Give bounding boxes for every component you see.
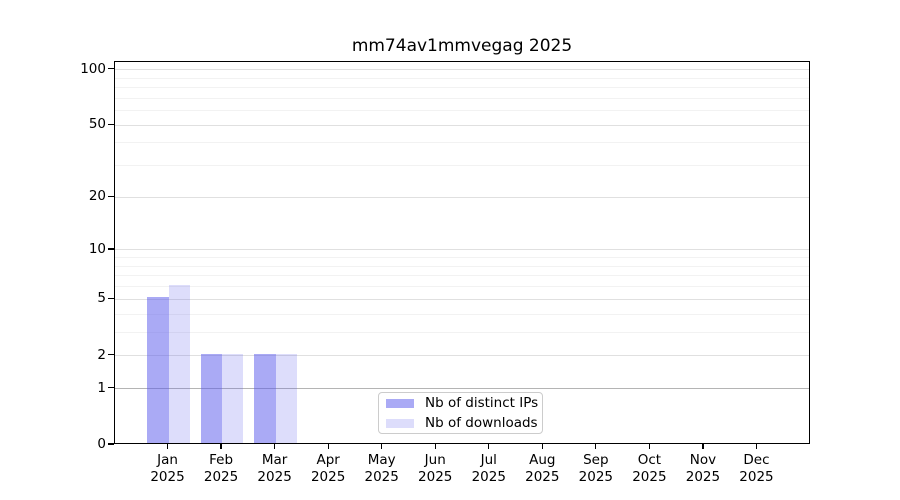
gridline-minor-60 bbox=[115, 110, 809, 111]
gridline-minor-90 bbox=[115, 78, 809, 79]
bar-distinct-ips-jan-2025 bbox=[147, 297, 168, 443]
bar-downloads-feb-2025 bbox=[222, 354, 243, 443]
x-tick-mark-sep bbox=[595, 444, 596, 449]
legend-item-distinct-ips: Nb of distinct IPs bbox=[386, 395, 535, 412]
legend-item-downloads: Nb of downloads bbox=[386, 415, 535, 432]
gridline-minor-8 bbox=[115, 266, 809, 267]
bar-downloads-jan-2025 bbox=[169, 285, 190, 443]
y-tick-mark-0 bbox=[108, 443, 114, 444]
y-tick-label-100: 100 bbox=[60, 60, 106, 78]
y-tick-mark-10 bbox=[108, 248, 114, 249]
y-tick-label-1: 1 bbox=[60, 379, 106, 397]
y-tick-label-10: 10 bbox=[60, 240, 106, 258]
x-tick-mark-jun bbox=[435, 444, 436, 449]
gridline-major-5 bbox=[115, 299, 809, 300]
gridline-minor-6 bbox=[115, 286, 809, 287]
chart-title: mm74av1mmvegag 2025 bbox=[114, 36, 810, 56]
gridline-minor-30 bbox=[115, 165, 809, 166]
gridline-minor-7 bbox=[115, 275, 809, 276]
x-tick-mark-may bbox=[381, 444, 382, 449]
gridline-minor-3 bbox=[115, 332, 809, 333]
bar-distinct-ips-mar-2025 bbox=[254, 354, 275, 443]
y-tick-mark-100 bbox=[108, 68, 114, 69]
x-tick-mark-mar bbox=[274, 444, 275, 449]
legend-swatch-downloads bbox=[386, 419, 414, 428]
legend-label-distinct-ips: Nb of distinct IPs bbox=[425, 395, 538, 412]
y-tick-mark-1 bbox=[108, 387, 114, 388]
legend-label-downloads: Nb of downloads bbox=[425, 415, 538, 432]
gridline-minor-80 bbox=[115, 87, 809, 88]
bar-distinct-ips-feb-2025 bbox=[201, 354, 222, 443]
x-tick-label-dec: Dec2025 bbox=[724, 452, 788, 486]
plot-area bbox=[114, 61, 810, 444]
y-tick-label-20: 20 bbox=[60, 187, 106, 205]
gridline-major-100 bbox=[115, 69, 809, 70]
y-tick-label-50: 50 bbox=[60, 115, 106, 133]
gridline-major-10 bbox=[115, 249, 809, 250]
y-tick-label-0: 0 bbox=[60, 435, 106, 453]
y-tick-mark-5 bbox=[108, 298, 114, 299]
figure: mm74av1mmvegag 2025 0125102050100 Jan202… bbox=[0, 0, 900, 500]
gridline-major-50 bbox=[115, 125, 809, 126]
legend-swatch-distinct-ips bbox=[386, 399, 414, 408]
y-tick-mark-50 bbox=[108, 124, 114, 125]
x-tick-mark-jul bbox=[488, 444, 489, 449]
legend: Nb of distinct IPs Nb of downloads bbox=[378, 392, 543, 434]
gridline-minor-70 bbox=[115, 98, 809, 99]
gridline-minor-4 bbox=[115, 314, 809, 315]
y-tick-mark-2 bbox=[108, 354, 114, 355]
x-tick-mark-oct bbox=[649, 444, 650, 449]
x-tick-mark-apr bbox=[328, 444, 329, 449]
gridline-major-20 bbox=[115, 197, 809, 198]
x-tick-mark-nov bbox=[702, 444, 703, 449]
gridline-minor-40 bbox=[115, 142, 809, 143]
x-tick-mark-aug bbox=[542, 444, 543, 449]
y-tick-label-5: 5 bbox=[60, 289, 106, 307]
y-tick-mark-20 bbox=[108, 196, 114, 197]
x-tick-mark-jan bbox=[167, 444, 168, 449]
gridline-minor-9 bbox=[115, 257, 809, 258]
y-tick-label-2: 2 bbox=[60, 346, 106, 364]
bar-downloads-mar-2025 bbox=[276, 354, 297, 443]
x-tick-mark-feb bbox=[220, 444, 221, 449]
x-tick-mark-dec bbox=[756, 444, 757, 449]
